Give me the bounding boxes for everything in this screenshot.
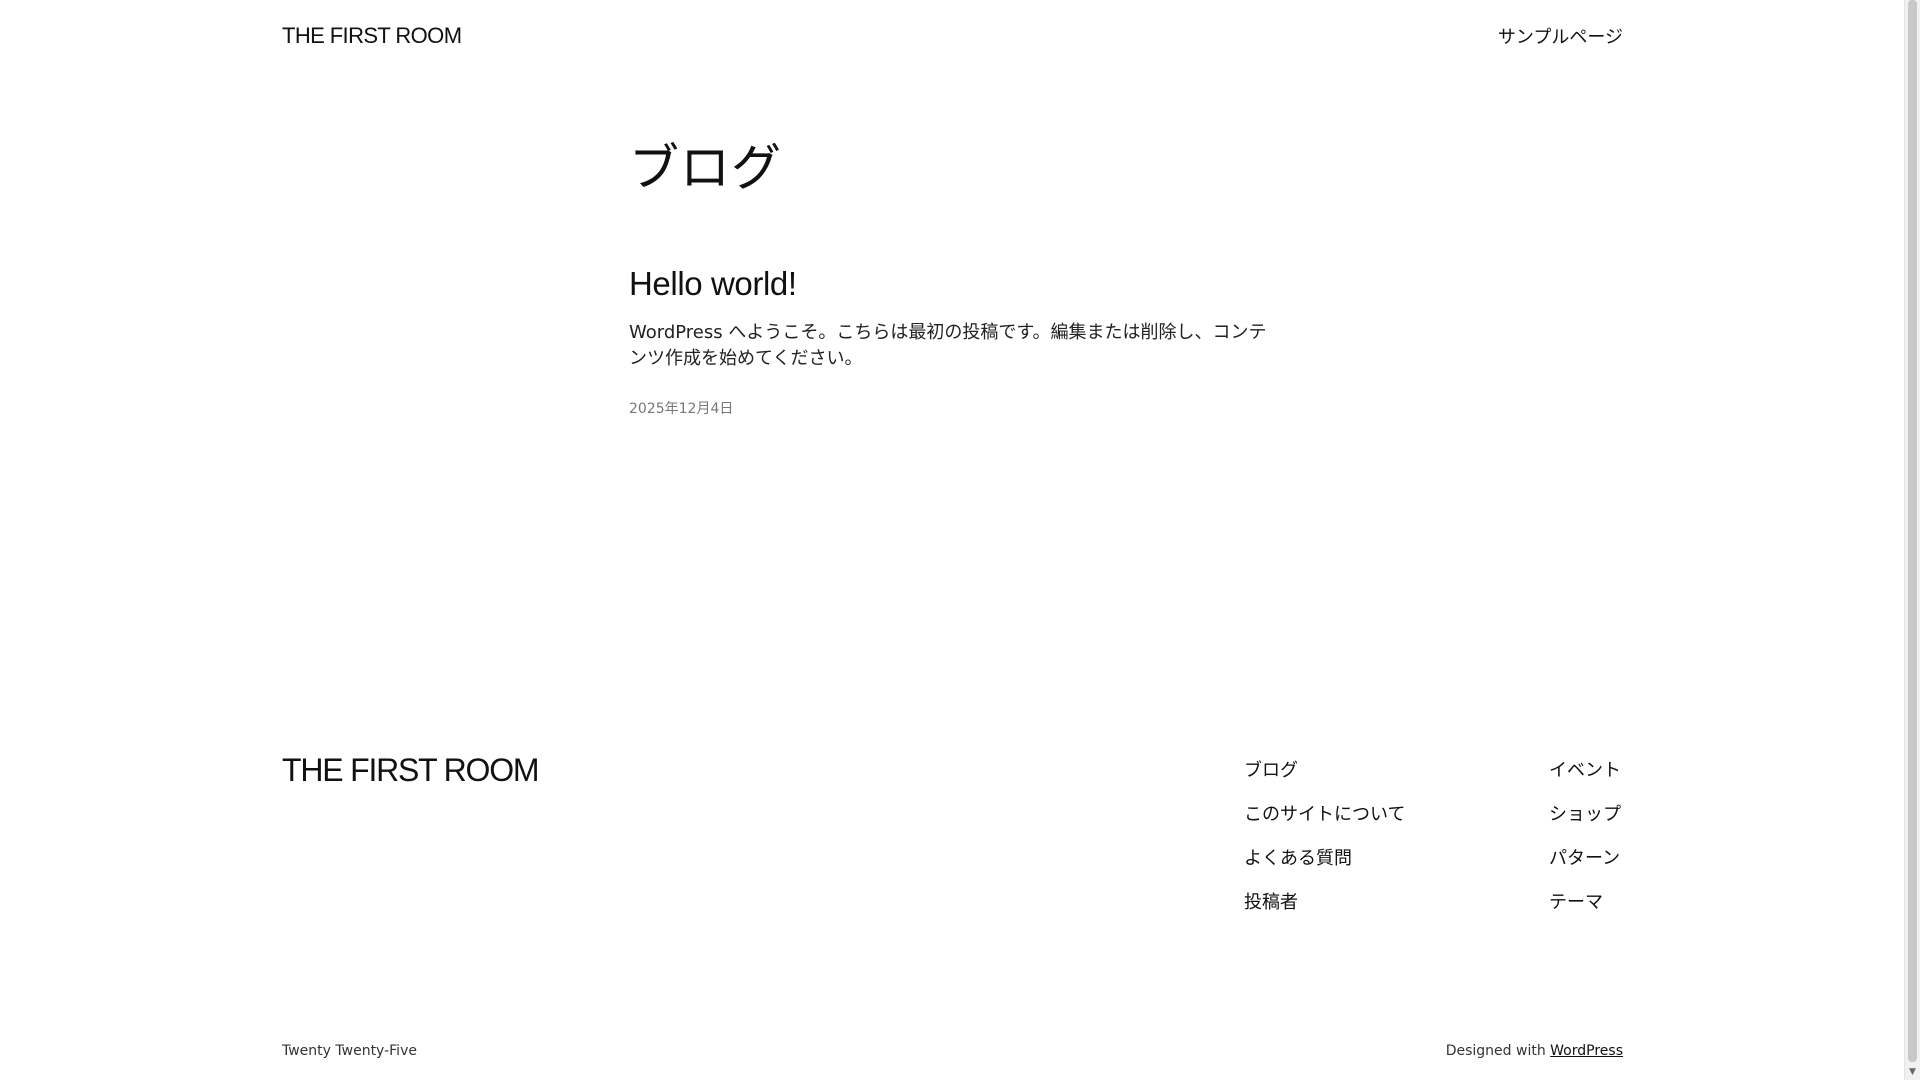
nav-item-sample-page[interactable]: サンプルページ <box>1498 27 1623 48</box>
footer-nav-item-themes[interactable]: テーマ <box>1549 890 1621 916</box>
post-title: Hello world! <box>629 264 1269 304</box>
footer-nav-item-events[interactable]: イベント <box>1549 758 1621 784</box>
footer-nav-item-authors[interactable]: 投稿者 <box>1244 890 1405 916</box>
footer-nav-item-blog[interactable]: ブログ <box>1244 758 1405 784</box>
post-item: Hello world! WordPress へようこそ。こちらは最初の投稿です… <box>629 264 1269 418</box>
footer-bottom-bar: Twenty Twenty-Five Designed with WordPre… <box>282 1043 1623 1059</box>
post-title-link[interactable]: Hello world! <box>629 265 797 302</box>
header-nav: サンプルページ <box>1498 23 1623 49</box>
footer-nav-column-1: ブログ このサイトについて よくある質問 投稿者 <box>1244 758 1405 916</box>
footer-nav-item-about[interactable]: このサイトについて <box>1244 802 1405 828</box>
footer-site-title-link[interactable]: THE FIRST ROOM <box>282 752 540 789</box>
scrollbar-thumb[interactable] <box>1908 0 1917 1062</box>
main-content: ブログ Hello world! WordPress へようこそ。こちらは最初の… <box>629 136 1269 418</box>
footer-credit: Designed with WordPress <box>1446 1043 1623 1059</box>
site-header: THE FIRST ROOM サンプルページ <box>282 18 1623 54</box>
site-title-link[interactable]: THE FIRST ROOM <box>282 23 462 49</box>
post-excerpt: WordPress へようこそ。こちらは最初の投稿です。編集または削除し、コンテ… <box>629 322 1267 369</box>
footer-nav-item-patterns[interactable]: パターン <box>1549 846 1621 872</box>
credit-prefix: Designed with <box>1445 1043 1546 1059</box>
vertical-scrollbar[interactable]: ▼ <box>1904 0 1920 1080</box>
post-date: 2025年12月4日 <box>629 398 1269 418</box>
footer-nav-item-shop[interactable]: ショップ <box>1549 802 1621 828</box>
page: THE FIRST ROOM サンプルページ ブログ Hello world! … <box>0 0 1905 1080</box>
wordpress-credit-link[interactable]: WordPress <box>1550 1043 1623 1059</box>
footer-nav-column-2: イベント ショップ パターン テーマ <box>1549 758 1621 916</box>
chevron-down-icon[interactable]: ▼ <box>1905 1065 1920 1080</box>
post-date-link[interactable]: 2025年12月4日 <box>629 401 733 417</box>
theme-name: Twenty Twenty-Five <box>282 1043 417 1059</box>
page-title: ブログ <box>629 139 782 197</box>
footer-nav-item-faq[interactable]: よくある質問 <box>1244 846 1405 872</box>
